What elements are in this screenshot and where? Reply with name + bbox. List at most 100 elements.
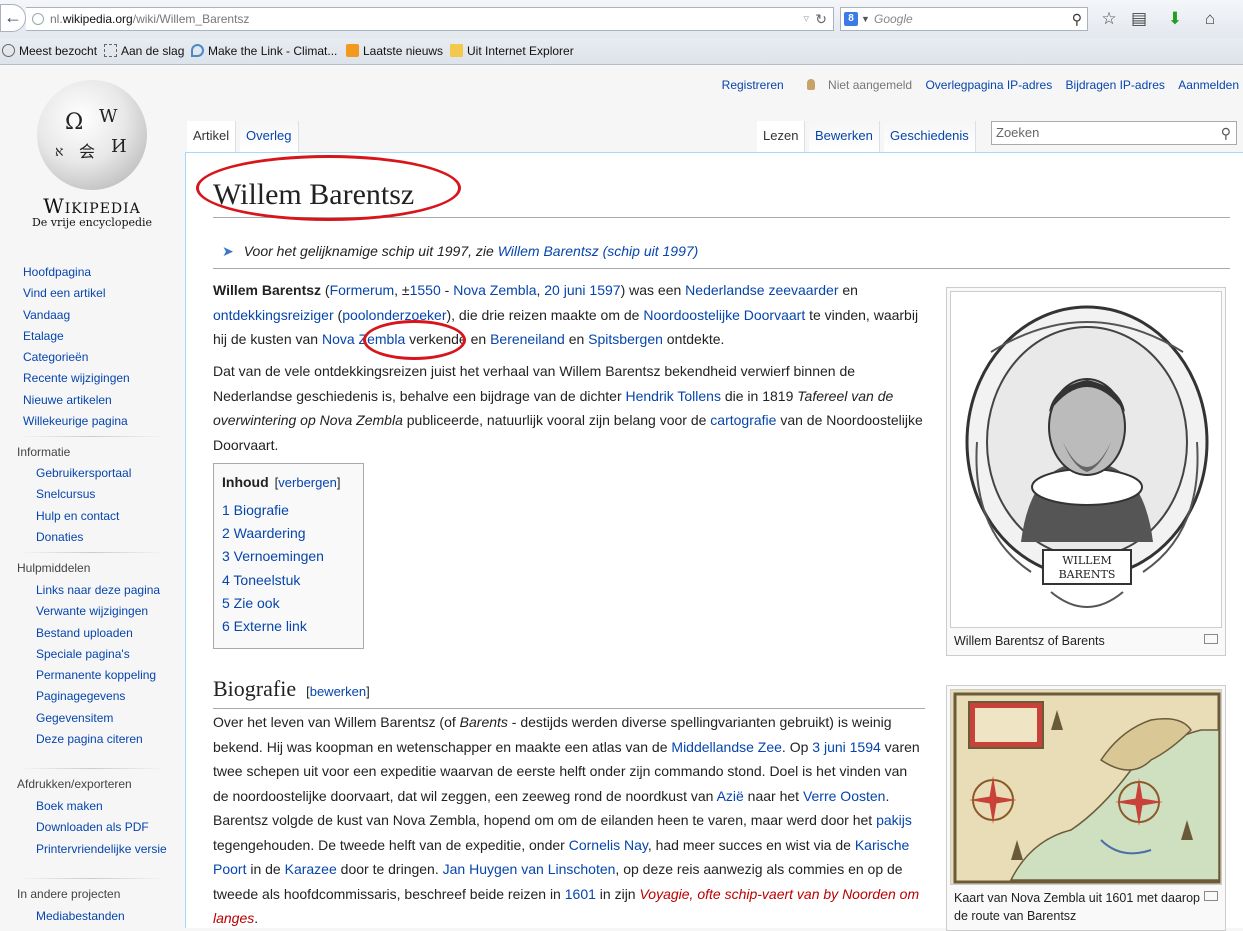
tab-artikel[interactable]: Artikel bbox=[187, 121, 237, 152]
browser-search-box[interactable]: 8 ▼ Google ⚲ bbox=[840, 7, 1088, 31]
sidebar-item-gegevensitem[interactable]: Gegevensitem bbox=[36, 711, 176, 726]
back-icon[interactable]: ← bbox=[0, 4, 26, 32]
portrait-image[interactable]: WILLEM BARENTS bbox=[950, 291, 1222, 628]
link-spitsbergen[interactable]: Spitsbergen bbox=[588, 331, 663, 347]
chevron-down-icon[interactable]: ▼ bbox=[861, 8, 870, 30]
enlarge-icon[interactable] bbox=[1204, 634, 1218, 644]
sidebar-item-mediabestanden[interactable]: Mediabestanden bbox=[36, 909, 176, 924]
sidebar-item-printervriendelijke-versie[interactable]: Printervriendelijke versie bbox=[36, 842, 176, 857]
reload-icon[interactable]: ↻ bbox=[815, 8, 827, 30]
sidebar-item-donaties[interactable]: Donaties bbox=[36, 530, 176, 545]
tab-bewerken[interactable]: Bewerken bbox=[809, 121, 880, 152]
link-pakijs[interactable]: pakijs bbox=[876, 812, 912, 828]
link-hendrik-tollens[interactable]: Hendrik Tollens bbox=[626, 388, 721, 404]
link-nederlandse-zeevaarder[interactable]: Nederlandse zeevaarder bbox=[685, 282, 838, 298]
sidebar-item-vandaag[interactable]: Vandaag bbox=[0, 305, 180, 326]
link-1594[interactable]: 1594 bbox=[850, 739, 881, 755]
sidebar-item-speciale-paginas[interactable]: Speciale pagina's bbox=[36, 647, 176, 662]
link-ontdekkingsreiziger[interactable]: ontdekkingsreiziger bbox=[213, 307, 334, 323]
link-verre-oosten[interactable]: Verre Oosten bbox=[803, 788, 886, 804]
google-engine-icon[interactable]: 8 bbox=[844, 12, 858, 26]
map-image[interactable] bbox=[950, 689, 1222, 885]
link-azie[interactable]: Azië bbox=[717, 788, 744, 804]
toc-item-externe-link[interactable]: 6 Externe link bbox=[222, 615, 355, 638]
search-input[interactable]: Zoeken ⚲ bbox=[991, 121, 1237, 145]
search-icon[interactable]: ⚲ bbox=[1072, 8, 1082, 30]
ip-talk-link[interactable]: Overlegpagina IP-adres bbox=[925, 78, 1052, 92]
search-icon[interactable]: ⚲ bbox=[1221, 122, 1231, 144]
sidebar-item-vind-een-artikel[interactable]: Vind een artikel bbox=[0, 283, 180, 304]
sidebar-item-recente-wijzigingen[interactable]: Recente wijzigingen bbox=[0, 368, 180, 389]
bookmark-uit-internet-explorer[interactable]: Uit Internet Explorer bbox=[450, 38, 574, 64]
link-20-juni[interactable]: 20 juni bbox=[544, 282, 585, 298]
link-nova-zembla-2[interactable]: Nova Zembla bbox=[322, 331, 405, 347]
sidebar-item-downloaden-als-pdf[interactable]: Downloaden als PDF bbox=[36, 820, 176, 835]
link-cornelis-nay[interactable]: Cornelis Nay bbox=[569, 837, 648, 853]
link-jan-huygen-van-linschoten[interactable]: Jan Huygen van Linschoten bbox=[443, 861, 616, 877]
link-1597[interactable]: 1597 bbox=[589, 282, 620, 298]
wikipedia-logo[interactable]: Ω W 会 И א Wikipedia De vrije encyclopedi… bbox=[20, 80, 164, 236]
portal-list-hulpmiddelen: Links naar deze pagina Verwante wijzigin… bbox=[36, 583, 176, 753]
toc-item-toneelstuk[interactable]: 4 Toneelstuk bbox=[222, 569, 355, 592]
toc-item-biografie[interactable]: 1 Biografie bbox=[222, 499, 355, 522]
logo-wordmark: Wikipedia bbox=[43, 194, 141, 218]
site-identity-icon[interactable] bbox=[32, 13, 44, 25]
portal-heading-hulpmiddelen[interactable]: Hulpmiddelen bbox=[17, 561, 90, 575]
link-1601[interactable]: 1601 bbox=[565, 886, 596, 902]
sidebar-item-etalage[interactable]: Etalage bbox=[0, 326, 180, 347]
bookmark-laatste-nieuws[interactable]: Laatste nieuws bbox=[346, 38, 443, 64]
ip-contribs-link[interactable]: Bijdragen IP-adres bbox=[1066, 78, 1165, 92]
link-poolonderzoeker[interactable]: poolonderzoeker bbox=[342, 307, 446, 323]
sidebar-item-bestand-uploaden[interactable]: Bestand uploaden bbox=[36, 626, 176, 641]
toc-item-waardering[interactable]: 2 Waardering bbox=[222, 522, 355, 545]
link-bereneiland[interactable]: Bereneiland bbox=[490, 331, 565, 347]
sidebar-item-permanente-koppeling[interactable]: Permanente koppeling bbox=[36, 668, 176, 683]
bookmark-meest-bezocht[interactable]: Meest bezocht bbox=[2, 38, 97, 64]
sidebar-divider bbox=[17, 878, 167, 879]
bookmarks-list-icon[interactable]: ▤ bbox=[1128, 8, 1150, 30]
portal-heading-afdrukken[interactable]: Afdrukken/exporteren bbox=[17, 777, 132, 791]
sidebar-item-gebruikersportaal[interactable]: Gebruikersportaal bbox=[36, 466, 176, 481]
sidebar-item-categorieen[interactable]: Categorieën bbox=[0, 347, 180, 368]
tab-overleg[interactable]: Overleg bbox=[240, 121, 299, 152]
link-3-juni[interactable]: 3 juni bbox=[812, 739, 845, 755]
link-noordoostelijke-doorvaart[interactable]: Noordoostelijke Doorvaart bbox=[643, 307, 805, 323]
url-bar[interactable]: nl.wikipedia.org/wiki/Willem_Barentsz ▿ … bbox=[26, 7, 834, 31]
sidebar-item-hoofdpagina[interactable]: Hoofdpagina bbox=[0, 262, 180, 283]
sidebar-item-snelcursus[interactable]: Snelcursus bbox=[36, 487, 176, 502]
login-link[interactable]: Aanmelden bbox=[1178, 78, 1239, 92]
bookmark-aan-de-slag[interactable]: Aan de slag bbox=[104, 38, 184, 64]
sidebar-item-paginagegevens[interactable]: Paginagegevens bbox=[36, 689, 176, 704]
portal-heading-andere-projecten[interactable]: In andere projecten bbox=[17, 887, 120, 901]
link-cartografie[interactable]: cartografie bbox=[710, 412, 776, 428]
link-karazee[interactable]: Karazee bbox=[285, 861, 337, 877]
section-edit-link[interactable]: bewerken bbox=[310, 684, 366, 699]
sidebar-item-hulp-en-contact[interactable]: Hulp en contact bbox=[36, 509, 176, 524]
enlarge-icon[interactable] bbox=[1204, 891, 1218, 901]
tab-geschiedenis[interactable]: Geschiedenis bbox=[884, 121, 976, 152]
toc-toggle-link[interactable]: verbergen bbox=[278, 475, 337, 490]
toc-item-vernoemingen[interactable]: 3 Vernoemingen bbox=[222, 545, 355, 568]
link-middellandse-zee[interactable]: Middellandse Zee bbox=[671, 739, 782, 755]
link-nova-zembla[interactable]: Nova Zembla bbox=[453, 282, 536, 298]
download-icon[interactable]: ⬇ bbox=[1164, 8, 1186, 30]
swirl-icon bbox=[191, 44, 204, 57]
register-link[interactable]: Registreren bbox=[722, 78, 784, 92]
sidebar-item-links-naar-deze-pagina[interactable]: Links naar deze pagina bbox=[36, 583, 176, 598]
sidebar-item-willekeurige-pagina[interactable]: Willekeurige pagina bbox=[0, 411, 180, 432]
sidebar-item-deze-pagina-citeren[interactable]: Deze pagina citeren bbox=[36, 732, 176, 747]
link-1550[interactable]: 1550 bbox=[410, 282, 441, 298]
page-title: Willem Barentsz bbox=[213, 175, 1230, 218]
sidebar-item-boek-maken[interactable]: Boek maken bbox=[36, 799, 176, 814]
hatnote-link[interactable]: Willem Barentsz (schip uit 1997) bbox=[498, 243, 699, 259]
link-formerum[interactable]: Formerum bbox=[330, 282, 395, 298]
sidebar-item-nieuwe-artikelen[interactable]: Nieuwe artikelen bbox=[0, 390, 180, 411]
home-icon[interactable]: ⌂ bbox=[1199, 8, 1221, 30]
sidebar-item-verwante-wijzigingen[interactable]: Verwante wijzigingen bbox=[36, 604, 176, 619]
bookmark-make-the-link[interactable]: Make the Link - Climat... bbox=[191, 38, 337, 64]
tab-lezen[interactable]: Lezen bbox=[757, 121, 806, 152]
chevron-down-icon[interactable]: ▿ bbox=[803, 8, 809, 30]
portal-heading-informatie[interactable]: Informatie bbox=[17, 445, 70, 459]
toc-item-zie-ook[interactable]: 5 Zie ook bbox=[222, 592, 355, 615]
bookmark-star-icon[interactable]: ☆ bbox=[1098, 8, 1120, 30]
